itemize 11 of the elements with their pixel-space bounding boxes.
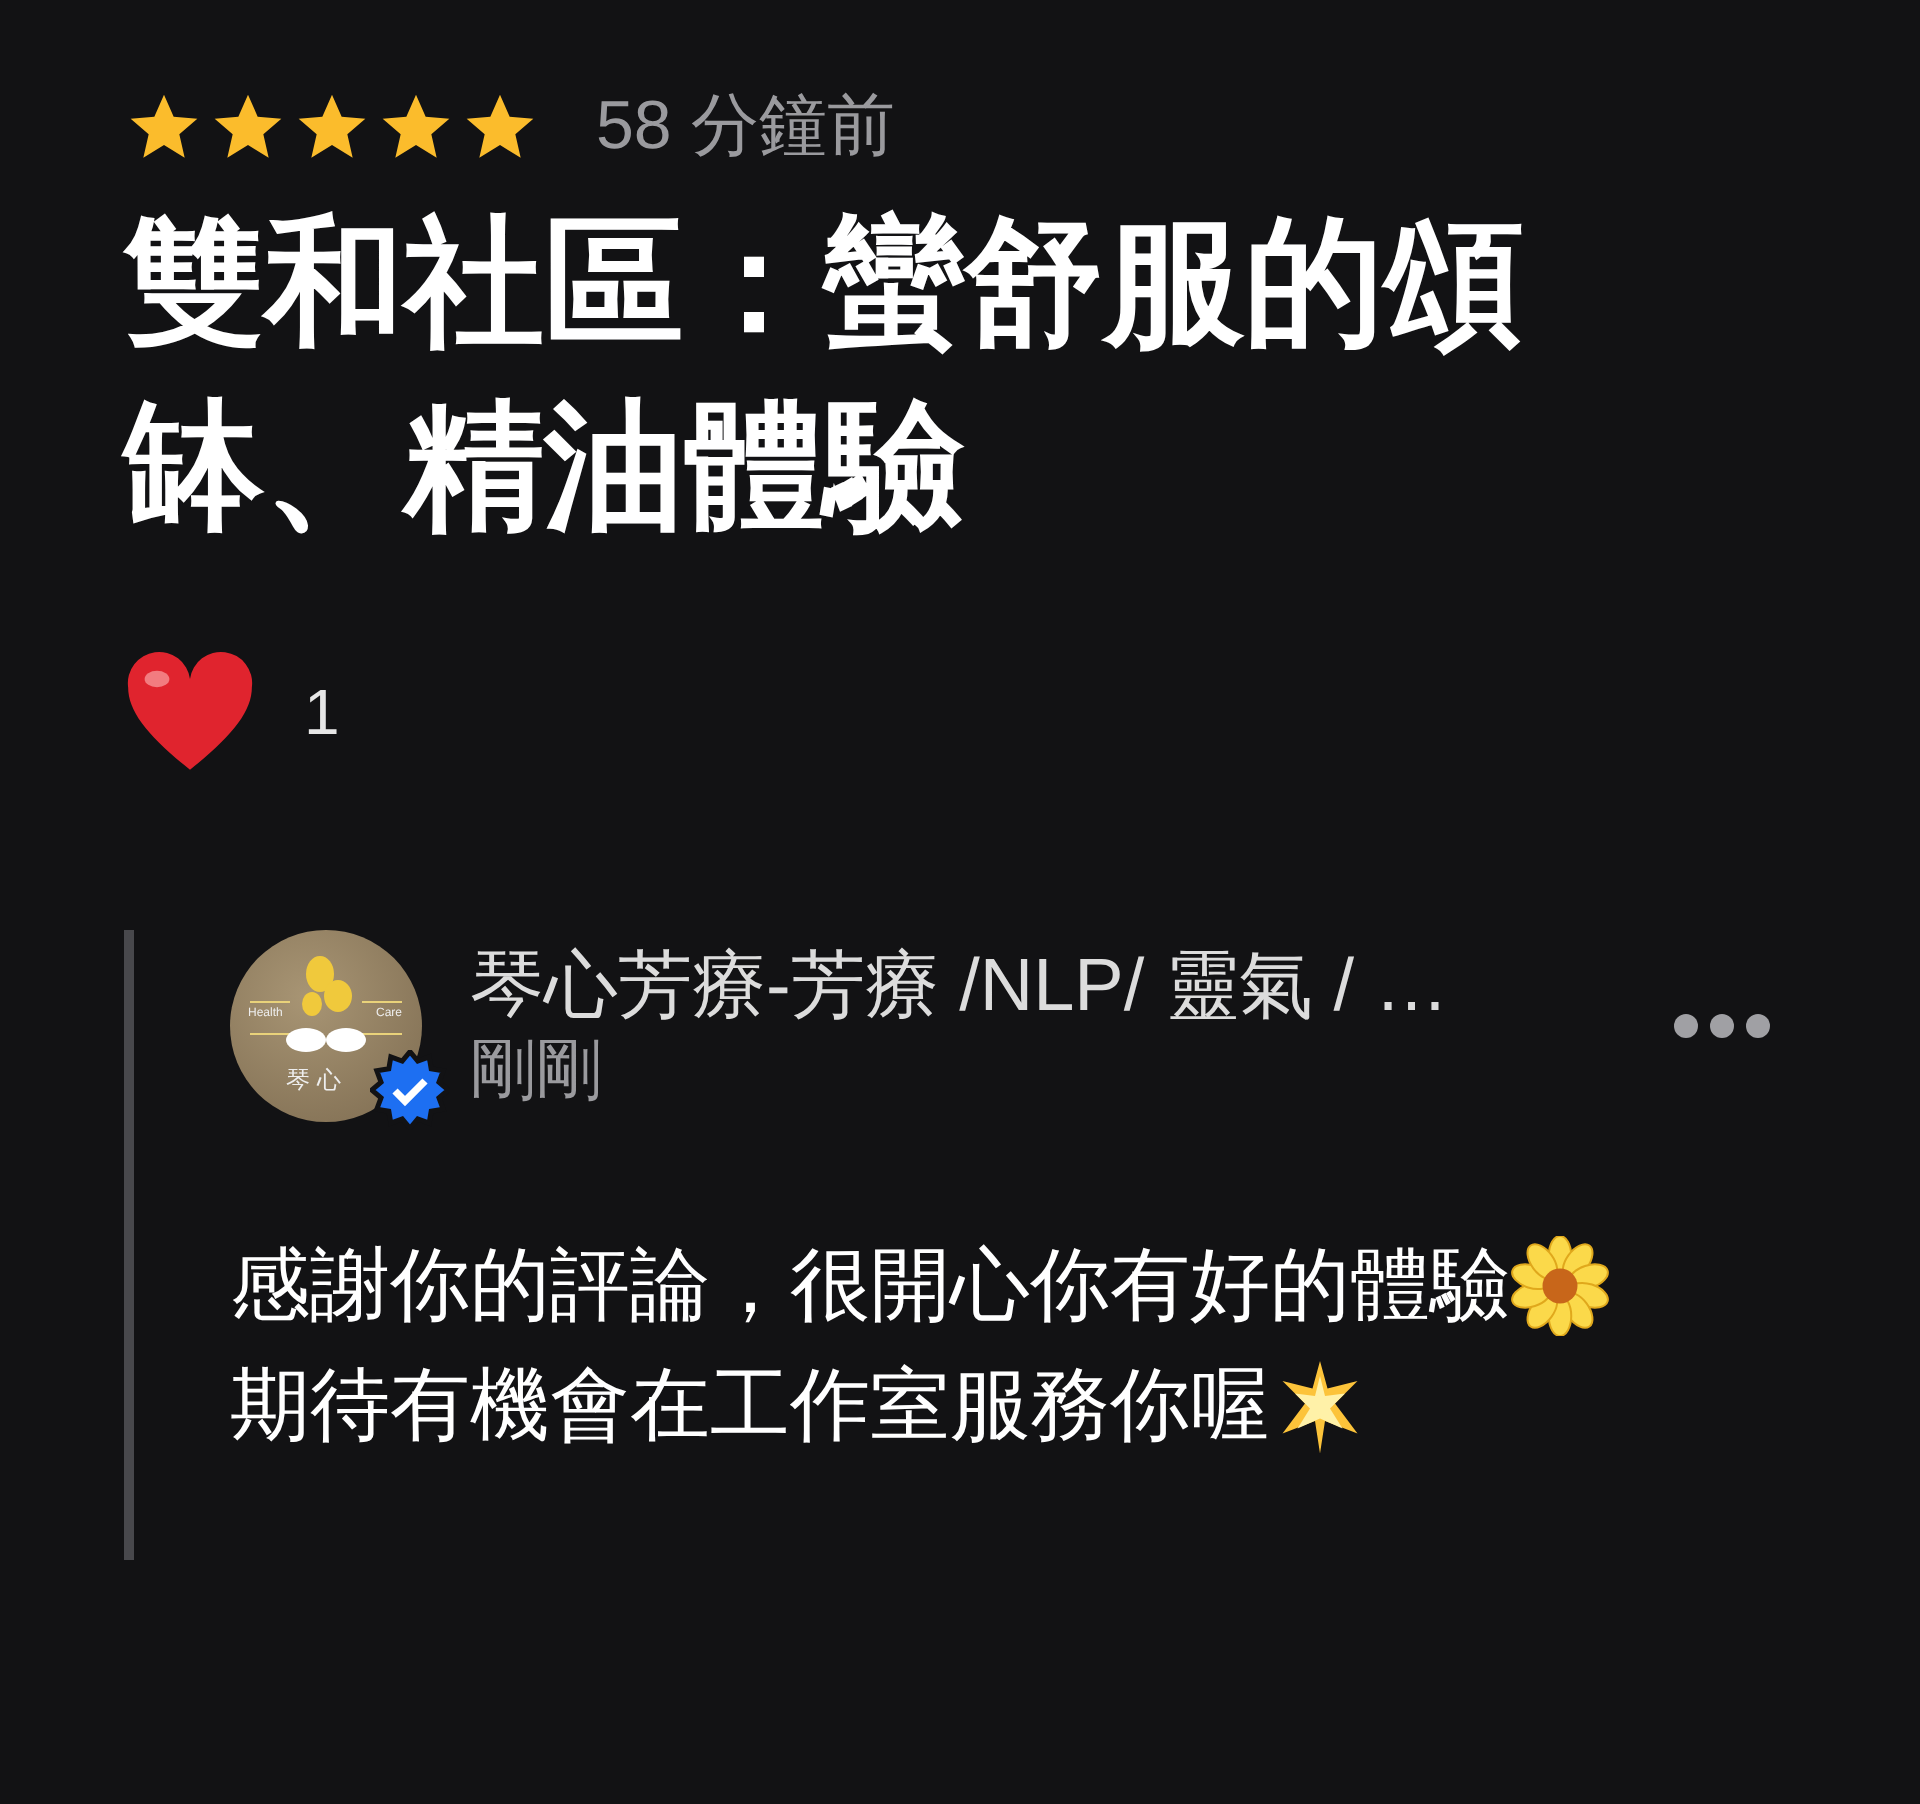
logo-text: 琴 心 — [286, 1064, 341, 1098]
author-name[interactable]: 琴心芳療-芳療 /NLP/ 靈氣 / … — [470, 942, 1672, 1030]
review-title: 雙和社區：蠻舒服的頌缽、精油體驗 — [124, 202, 1526, 548]
reply-time: 剛剛 — [470, 1030, 604, 1110]
like-count: 1 — [304, 674, 340, 752]
more-button[interactable] — [1672, 1012, 1772, 1040]
review-time: 58 分鐘前 — [596, 86, 895, 168]
reply-text: 感謝你的評論，很開心你有好的體驗 — [230, 1240, 1510, 1334]
flower-icon — [1510, 1236, 1610, 1336]
reply-text: 期待有機會在工作室服務你喔 — [230, 1360, 1270, 1454]
heart-icon[interactable] — [124, 650, 256, 774]
